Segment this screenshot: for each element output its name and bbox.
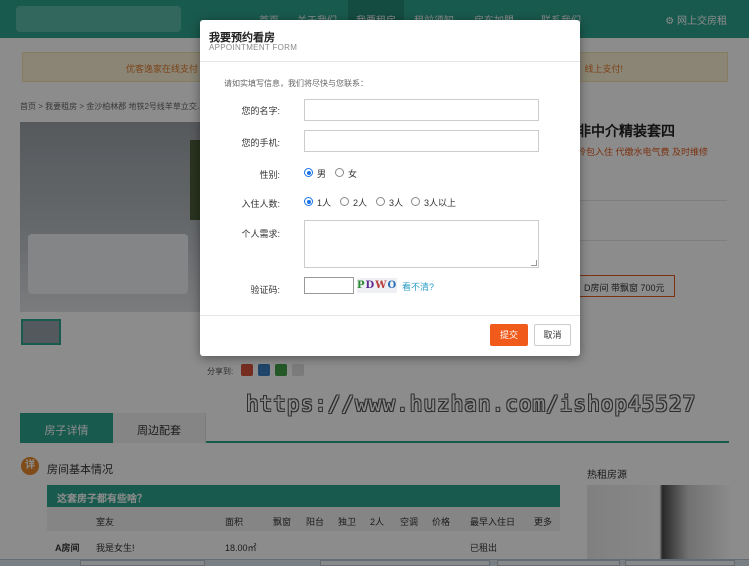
name-label: 您的名字: [241, 106, 280, 116]
people-label: 入住人数: [241, 199, 280, 209]
people-2-radio[interactable] [340, 197, 349, 206]
people-3plus-radio[interactable] [411, 197, 420, 206]
people-1-label[interactable]: 1人 [317, 196, 331, 209]
cancel-button[interactable]: 取消 [534, 324, 571, 346]
modal-subtitle: APPOINTMENT FORM [209, 43, 298, 52]
captcha-char: W [375, 280, 388, 291]
submit-button[interactable]: 提交 [490, 324, 528, 346]
people-1-radio[interactable] [304, 197, 313, 206]
captcha-char: D [365, 280, 376, 291]
gender-female-radio[interactable] [335, 168, 344, 177]
name-input[interactable] [304, 99, 539, 121]
modal-intro: 请如实填写信息，我们将尽快与您联系： [224, 79, 368, 88]
captcha-refresh-link[interactable]: 看不清? [402, 280, 434, 293]
resize-handle-icon[interactable] [531, 260, 537, 266]
gender-female-label[interactable]: 女 [348, 167, 357, 180]
phone-input[interactable] [304, 130, 539, 152]
people-3-label[interactable]: 3人 [389, 196, 403, 209]
modal-footer-divider [200, 315, 580, 316]
captcha-char: P [357, 280, 366, 291]
phone-label: 您的手机: [241, 138, 280, 148]
captcha-input[interactable] [304, 277, 354, 294]
gender-male-radio[interactable] [304, 168, 313, 177]
captcha-char: O [387, 280, 398, 291]
people-3plus-label[interactable]: 3人以上 [424, 196, 456, 209]
people-3-radio[interactable] [376, 197, 385, 206]
needs-label: 个人需求: [241, 229, 280, 239]
people-2-label[interactable]: 2人 [353, 196, 367, 209]
modal-header: 我要预约看房 APPOINTMENT FORM [200, 20, 580, 62]
gender-label: 性别: [259, 170, 280, 180]
needs-textarea[interactable] [304, 220, 539, 268]
appointment-modal: 我要预约看房 APPOINTMENT FORM 请如实填写信息，我们将尽快与您联… [200, 20, 580, 356]
captcha-image[interactable]: PDWO [357, 278, 397, 293]
gender-male-label[interactable]: 男 [317, 167, 326, 180]
captcha-label: 验证码: [250, 285, 280, 295]
